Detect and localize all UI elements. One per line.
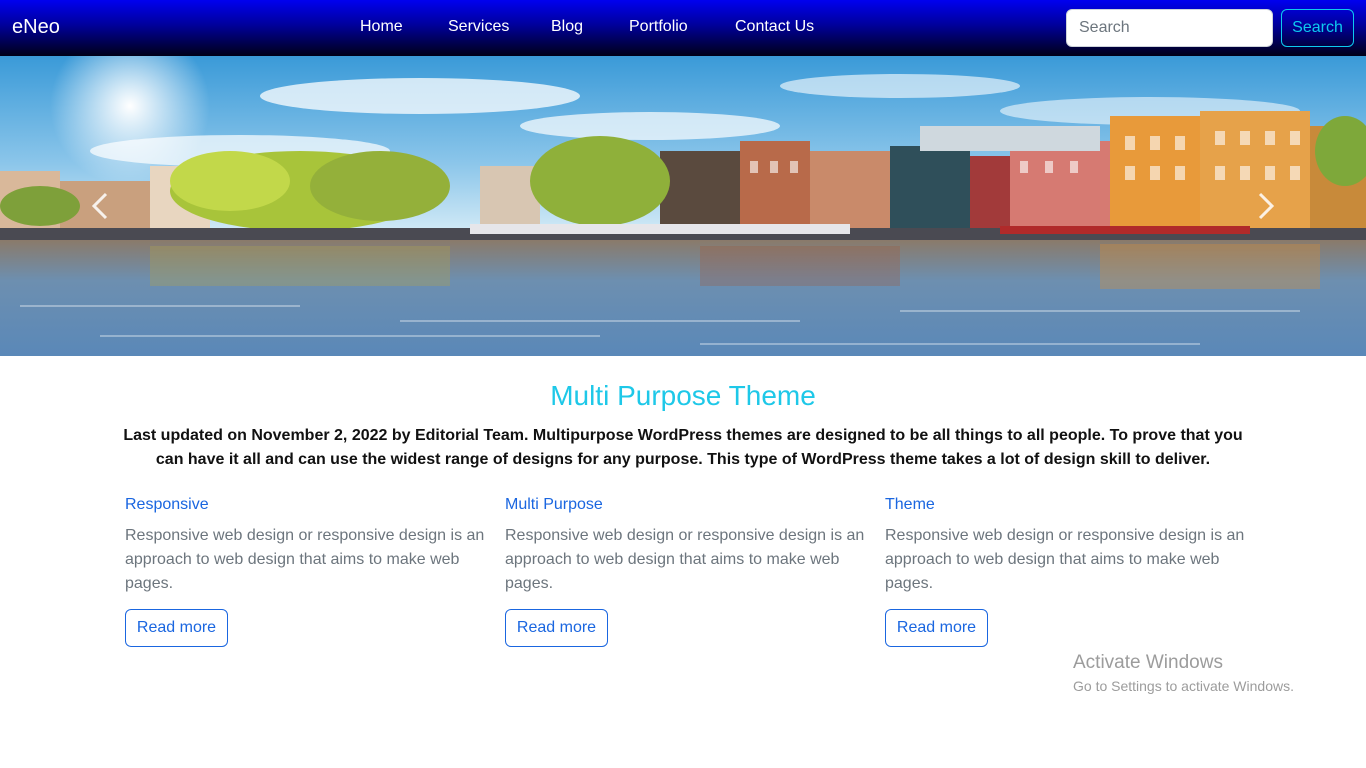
feature-card-responsive: Responsive Responsive web design or resp… [125,494,485,647]
nav-link-home[interactable]: Home [360,18,403,36]
read-more-button[interactable]: Read more [125,609,228,647]
brand-logo[interactable]: eNeo [12,16,60,39]
chevron-left-icon [91,192,108,220]
chevron-right-icon [1258,192,1275,220]
nav-link-portfolio[interactable]: Portfolio [629,18,688,36]
watermark-title: Activate Windows [1073,652,1223,673]
feature-title[interactable]: Theme [885,494,1245,516]
feature-text: Responsive web design or responsive desi… [505,527,865,592]
feature-title[interactable]: Responsive [125,494,485,516]
read-more-button[interactable]: Read more [505,609,608,647]
feature-card-multi-purpose: Multi Purpose Responsive web design or r… [505,494,865,647]
search-input[interactable] [1066,9,1273,47]
nav-link-services[interactable]: Services [448,18,509,36]
carousel-next-button[interactable] [1244,186,1284,226]
watermark-subtitle: Go to Settings to activate Windows. [1073,678,1294,694]
feature-text: Responsive web design or responsive desi… [125,527,485,592]
page-title: Multi Purpose Theme [550,380,816,411]
nav-link-blog[interactable]: Blog [551,18,583,36]
intro-paragraph: Last updated on November 2, 2022 by Edit… [123,427,1243,468]
feature-text: Responsive web design or responsive desi… [885,527,1245,592]
search-button[interactable]: Search [1281,9,1354,47]
nav-link-contact-us[interactable]: Contact Us [735,18,814,36]
feature-title[interactable]: Multi Purpose [505,494,865,516]
activate-windows-watermark: Activate Windows Go to Settings to activ… [1073,652,1294,696]
read-more-button[interactable]: Read more [885,609,988,647]
carousel-prev-button[interactable] [82,186,122,226]
hero-carousel [0,56,1366,356]
feature-card-theme: Theme Responsive web design or responsiv… [885,494,1245,647]
navbar: eNeo Home Services Blog Portfolio Contac… [0,0,1366,56]
hero-image [0,56,1366,356]
